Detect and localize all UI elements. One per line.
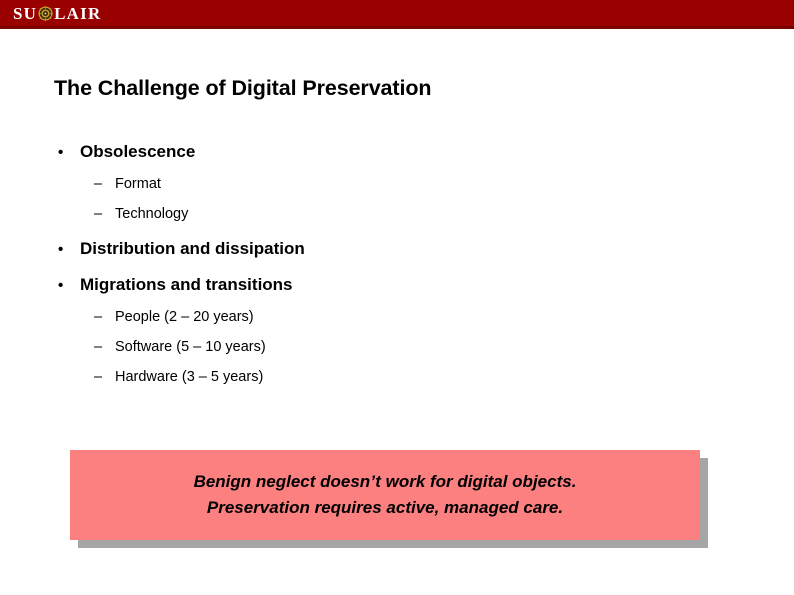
callout-box: Benign neglect doesn’t work for digital … [70, 450, 708, 548]
bullet-dash-icon: – [94, 369, 103, 385]
sub-bullet-label: Technology [115, 206, 189, 222]
sub-bullet-label: Software (5 – 10 years) [115, 339, 266, 355]
sub-bullet-item: – Format [94, 176, 161, 192]
bullet-label: Obsolescence [80, 142, 196, 161]
header-bar-bottom-edge [0, 26, 794, 29]
bullet-dot-icon: • [58, 241, 64, 258]
bullet-dash-icon: – [94, 176, 103, 192]
brand-logo: SU LAIR [13, 2, 101, 24]
sub-bullet-label: Format [115, 176, 161, 192]
header-bar [0, 0, 794, 26]
bullet-item: • Distribution and dissipation [58, 239, 305, 259]
callout-line-2: Preservation requires active, managed ca… [206, 498, 564, 517]
sub-bullet-item: – People (2 – 20 years) [94, 309, 254, 325]
bullet-dash-icon: – [94, 339, 103, 355]
callout-line-1: Benign neglect doesn’t work for digital … [193, 471, 577, 491]
bullet-dash-icon: – [94, 309, 103, 325]
brand-logo-suffix: LAIR [54, 3, 102, 23]
sub-bullet-label: People (2 – 20 years) [115, 309, 254, 325]
bullet-dash-icon: – [94, 206, 103, 222]
bullet-label: Distribution and dissipation [80, 239, 305, 258]
sub-bullet-item: – Software (5 – 10 years) [94, 339, 266, 355]
university-seal-icon [38, 5, 53, 21]
bullet-dot-icon: • [58, 144, 64, 161]
bullet-dot-icon: • [58, 277, 64, 294]
brand-logo-prefix: SU [13, 3, 38, 23]
sub-bullet-item: – Hardware (3 – 5 years) [94, 369, 263, 385]
bullet-label: Migrations and transitions [80, 275, 293, 294]
bullet-item: • Migrations and transitions [58, 275, 293, 295]
sub-bullet-label: Hardware (3 – 5 years) [115, 369, 264, 385]
bullet-item: • Obsolescence [58, 142, 195, 162]
page-title: The Challenge of Digital Preservation [54, 76, 432, 100]
sub-bullet-item: – Technology [94, 206, 188, 222]
callout-panel: Benign neglect doesn’t work for digital … [70, 450, 700, 540]
